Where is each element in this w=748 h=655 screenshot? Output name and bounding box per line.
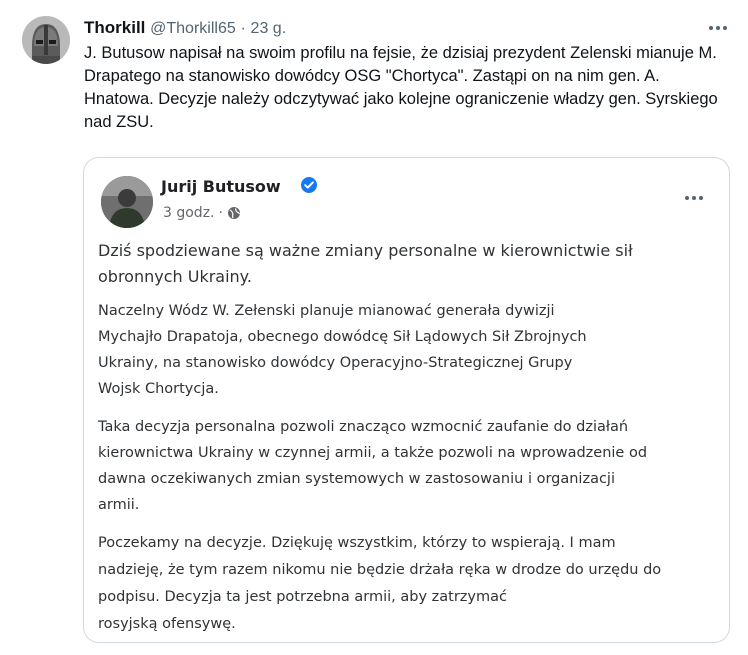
- fb-author-avatar: [101, 176, 153, 228]
- more-options-button[interactable]: [706, 18, 730, 38]
- fb-meta-separator: ·: [218, 205, 223, 221]
- fb-post-meta: 3 godz. ·: [163, 204, 241, 222]
- display-name[interactable]: Thorkill: [84, 18, 145, 37]
- separator-dot: ·: [240, 20, 246, 37]
- tweet-header: Thorkill @Thorkill65 · 23 g.: [84, 17, 286, 39]
- fb-more-dot: [699, 196, 703, 200]
- fb-paragraph-4: Poczekamy na decyzje. Dziękuję wszystkim…: [98, 535, 662, 632]
- fb-paragraph-3: Taka decyzja personalna pozwoli znacząco…: [98, 419, 648, 513]
- more-horizontal-icon: [709, 26, 713, 30]
- fb-paragraph-1: Dziś spodziewane są ważne zmiany persona…: [98, 241, 633, 286]
- embedded-image-card[interactable]: Jurij Butusow 3 godz. · Dziś spodziewane…: [83, 157, 730, 643]
- fb-more-dot: [692, 196, 696, 200]
- fb-more-dot: [685, 196, 689, 200]
- globe-icon: [227, 207, 241, 219]
- user-handle[interactable]: @Thorkill65: [150, 20, 236, 37]
- fb-post-time: 3 godz.: [163, 205, 215, 221]
- verified-badge-icon: [301, 177, 317, 193]
- more-dot: [716, 26, 720, 30]
- more-dot: [723, 26, 727, 30]
- fb-more-icon: [685, 193, 707, 203]
- person-photo-icon: [101, 176, 153, 228]
- fb-paragraph-2: Naczelny Wódz W. Zełenski planuje mianow…: [98, 303, 587, 397]
- helmet-avatar-icon: [22, 16, 70, 64]
- tweet-text: J. Butusow napisał na swoim profilu na f…: [84, 44, 718, 131]
- fb-author-name: Jurij Butusow: [161, 177, 281, 196]
- tweet-timestamp[interactable]: 23 g.: [251, 20, 287, 37]
- user-avatar[interactable]: [22, 16, 70, 64]
